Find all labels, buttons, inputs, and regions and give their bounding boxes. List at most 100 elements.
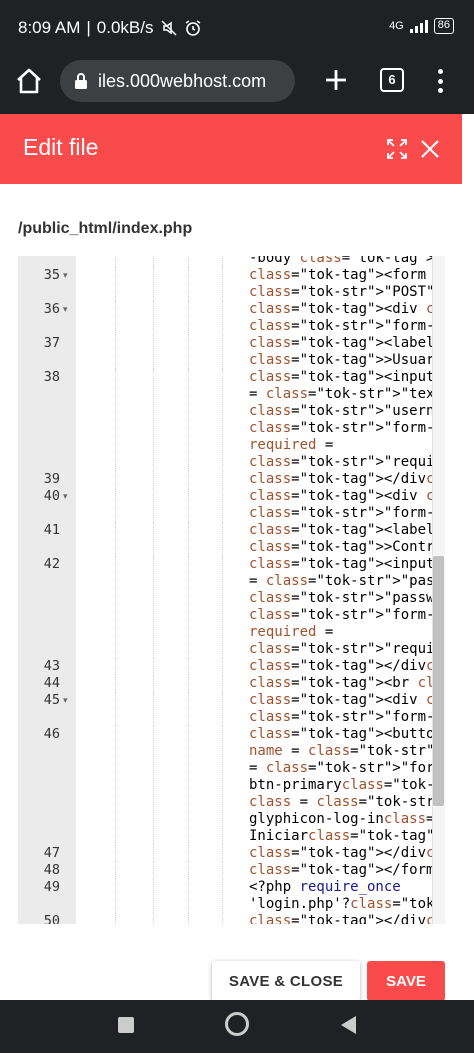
code-text: class="tok-tag"></divclass="tok-tag">>	[249, 471, 445, 487]
code-line[interactable]: 49 <?php require_once 'login.php'?class="…	[18, 879, 445, 913]
code-line[interactable]: 36▾ class="tok-tag"><div class = class="t…	[18, 301, 445, 335]
code-text: class="tok-tag"><div class = class="tok-…	[249, 488, 445, 521]
home-nav-button[interactable]	[225, 1012, 249, 1036]
browser-menu-button[interactable]	[432, 66, 448, 96]
code-line[interactable]: 48 class="tok-tag"></formclass="tok-tag">…	[18, 862, 445, 879]
indent-guide	[153, 471, 154, 488]
close-button[interactable]	[419, 138, 441, 165]
mute-icon	[160, 20, 177, 36]
status-time: 8:09 AM	[18, 18, 81, 37]
lock-icon	[75, 73, 87, 89]
menu-dot	[437, 78, 443, 84]
indent-guide	[222, 488, 223, 522]
code-text: class="tok-tag"><label class="tok-tag">>…	[249, 522, 445, 555]
indent-guide	[153, 522, 154, 556]
indent-guide	[153, 256, 154, 267]
home-button[interactable]	[14, 66, 46, 98]
code-line[interactable]: -body"class="tok-tag">>	[18, 256, 445, 267]
code-line[interactable]: 47 class="tok-tag"></divclass="tok-tag">>	[18, 845, 445, 862]
save-button[interactable]: SAVE	[367, 961, 445, 1001]
expand-button[interactable]	[386, 138, 408, 165]
indent-guide	[222, 256, 223, 267]
indent-guide	[153, 692, 154, 726]
line-number: 39	[43, 471, 60, 487]
code-line[interactable]: 45▾ class="tok-tag"><div class = class="t…	[18, 692, 445, 726]
save-close-button[interactable]: SAVE & CLOSE	[212, 961, 360, 1001]
code-line[interactable]: 35▾ class="tok-tag"><form method = class=…	[18, 267, 445, 301]
line-number: 42	[43, 556, 60, 572]
fold-arrow-icon[interactable]: ▾	[63, 692, 68, 709]
indent-guide	[115, 692, 116, 726]
indent-guide	[222, 471, 223, 488]
indent-guide	[115, 862, 116, 879]
indent-guide	[153, 913, 154, 924]
indent-guide	[222, 726, 223, 845]
indent-guide	[222, 267, 223, 301]
indent-guide	[115, 522, 116, 556]
status-right: 4G 86	[389, 18, 454, 34]
new-tab-button[interactable]	[320, 62, 352, 98]
indent-guide	[222, 913, 223, 924]
indent-guide	[188, 862, 189, 879]
indent-guide	[115, 471, 116, 488]
indent-guide	[115, 845, 116, 862]
recents-button[interactable]	[118, 1017, 134, 1033]
tab-switcher-button[interactable]: 6	[380, 68, 404, 92]
code-line[interactable]: 43 class="tok-tag"></divclass="tok-tag">>	[18, 658, 445, 675]
code-area: -body"class="tok-tag">> 35 ▾ class="tok-tag…	[18, 256, 445, 924]
fold-arrow-icon[interactable]: ▾	[63, 267, 68, 284]
indent-guide	[222, 692, 223, 726]
code-line[interactable]: 46 class="tok-tag"><button name = class="…	[18, 726, 445, 845]
address-bar[interactable]: iles.000webhost.com	[60, 60, 295, 102]
line-number: 44	[43, 675, 60, 691]
back-button[interactable]	[338, 1014, 358, 1041]
code-text: class="tok-tag"></divclass="tok-tag">>	[249, 658, 445, 674]
indent-guide	[115, 879, 116, 913]
line-number: 40	[43, 488, 60, 504]
indent-guide	[188, 522, 189, 556]
status-bar: 8:09 AM | 0.0kB/s 4G 86	[0, 0, 474, 58]
browser-toolbar: iles.000webhost.com 6	[0, 58, 474, 114]
indent-guide	[222, 522, 223, 556]
code-text: class="tok-tag"><div class = class="tok-…	[249, 301, 445, 334]
code-line[interactable]: 38 class="tok-tag"><input type = class="t…	[18, 369, 445, 471]
code-text: class="tok-tag"><br class="tok-tag">/>	[249, 675, 445, 691]
code-text: class="tok-tag"></divclass="tok-tag">>	[249, 913, 445, 924]
indent-guide	[115, 658, 116, 675]
indent-guide	[188, 556, 189, 658]
indent-guide	[222, 658, 223, 675]
back-icon	[341, 1016, 356, 1034]
scrollbar-thumb[interactable]	[433, 556, 444, 806]
line-number: 37	[43, 335, 60, 351]
battery-icon: 86	[433, 18, 454, 34]
indent-guide	[115, 267, 116, 301]
code-text: class="tok-tag"></formclass="tok-tag">>	[249, 862, 445, 878]
editor-scrollbar[interactable]	[432, 256, 445, 924]
indent-guide	[115, 301, 116, 335]
indent-guide	[115, 675, 116, 692]
line-number: 47	[43, 845, 60, 861]
indent-guide	[188, 913, 189, 924]
expand-icon	[387, 139, 407, 159]
code-line[interactable]: 39 class="tok-tag"></divclass="tok-tag">>	[18, 471, 445, 488]
code-line[interactable]: 44 class="tok-tag"><br class="tok-tag">/>	[18, 675, 445, 692]
indent-guide	[153, 862, 154, 879]
indent-guide	[153, 658, 154, 675]
fold-arrow-icon[interactable]: ▾	[63, 301, 68, 318]
code-line[interactable]: 40▾ class="tok-tag"><div class = class="t…	[18, 488, 445, 522]
code-text: class="tok-tag"></divclass="tok-tag">>	[249, 845, 445, 861]
code-line[interactable]: 42 class="tok-tag"><input type = class="t…	[18, 556, 445, 658]
code-line[interactable]: 41 class="tok-tag"><label class="tok-tag"…	[18, 522, 445, 556]
indent-guide	[115, 369, 116, 471]
indent-guide	[115, 913, 116, 924]
fold-arrow-icon[interactable]: ▾	[63, 488, 68, 505]
code-line[interactable]: 50 class="tok-tag"></divclass="tok-tag">>	[18, 913, 445, 924]
code-text: class="tok-tag"><button name = class="to…	[249, 726, 445, 844]
code-editor[interactable]: -body"class="tok-tag">> 35 ▾ class="tok-tag…	[18, 256, 445, 924]
line-number: 36	[43, 301, 60, 317]
line-number: 50	[43, 913, 60, 924]
line-number: 46	[43, 726, 60, 742]
code-line[interactable]: 37 class="tok-tag"><label class="tok-tag"…	[18, 335, 445, 369]
status-net-speed: 0.0kB/s	[96, 18, 154, 37]
indent-guide	[153, 488, 154, 522]
